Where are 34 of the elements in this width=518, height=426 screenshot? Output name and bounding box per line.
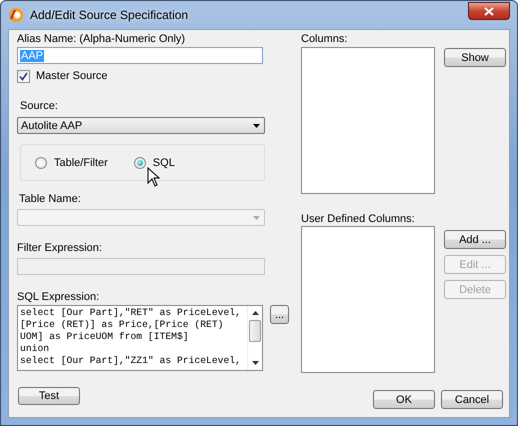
field-label: User Defined Columns: (301, 213, 416, 226)
show-button[interactable]: Show (444, 48, 506, 67)
field-label: Filter Expression: (17, 242, 103, 255)
column-button[interactable]: Add ... (444, 230, 506, 249)
scroll-up-icon[interactable] (252, 311, 259, 315)
field-label: Columns: (301, 33, 348, 46)
source-dropdown[interactable]: Autolite AAP (17, 117, 265, 134)
checkbox-label: Master Source (36, 70, 108, 82)
dialog-button[interactable]: OK (373, 390, 435, 409)
close-icon (484, 6, 494, 16)
test-button[interactable]: Test (18, 387, 80, 405)
field-label: Alias Name: (Alpha-Numeric Only) (17, 33, 186, 46)
dialog-button[interactable]: Cancel (441, 390, 503, 409)
scrollbar[interactable] (247, 306, 262, 370)
scroll-down-icon[interactable] (252, 361, 259, 365)
pointer-icon (147, 167, 161, 187)
caret-icon (253, 216, 260, 220)
radio-button[interactable] (35, 156, 47, 168)
radio-button[interactable] (134, 156, 146, 168)
sql-expression-field[interactable]: select [Our Part],"RET" as PriceLevel, [Price (RET)] as Price,[Price (RET) UOM] as PriceUOM from [ITEM$] union select [Our Part],"ZZ1" as PriceLevel, (17, 305, 264, 371)
field-label: Source: (20, 100, 59, 113)
radio-label: SQL (152, 156, 175, 168)
field-label: SQL Expression: (17, 291, 100, 304)
user-columns-list[interactable] (301, 226, 435, 373)
browse-button[interactable]: ... (270, 305, 289, 324)
close-button[interactable] (468, 2, 510, 20)
field-label: Table Name: (19, 193, 82, 206)
columns-list[interactable] (301, 47, 435, 194)
checkbox[interactable] (17, 70, 30, 82)
radio-label: Table/Filter (54, 156, 108, 168)
app-icon (8, 7, 24, 23)
caret-icon (253, 124, 260, 128)
sql-text: select [Our Part],"RET" as PriceLevel, [Price (RET)] as Price,[Price (RET) UOM] as PriceUOM from [ITEM$] union select [Our Part],"ZZ1" as PriceLevel, (19, 306, 242, 368)
window-title: Add/Edit Source Specification (30, 8, 188, 22)
